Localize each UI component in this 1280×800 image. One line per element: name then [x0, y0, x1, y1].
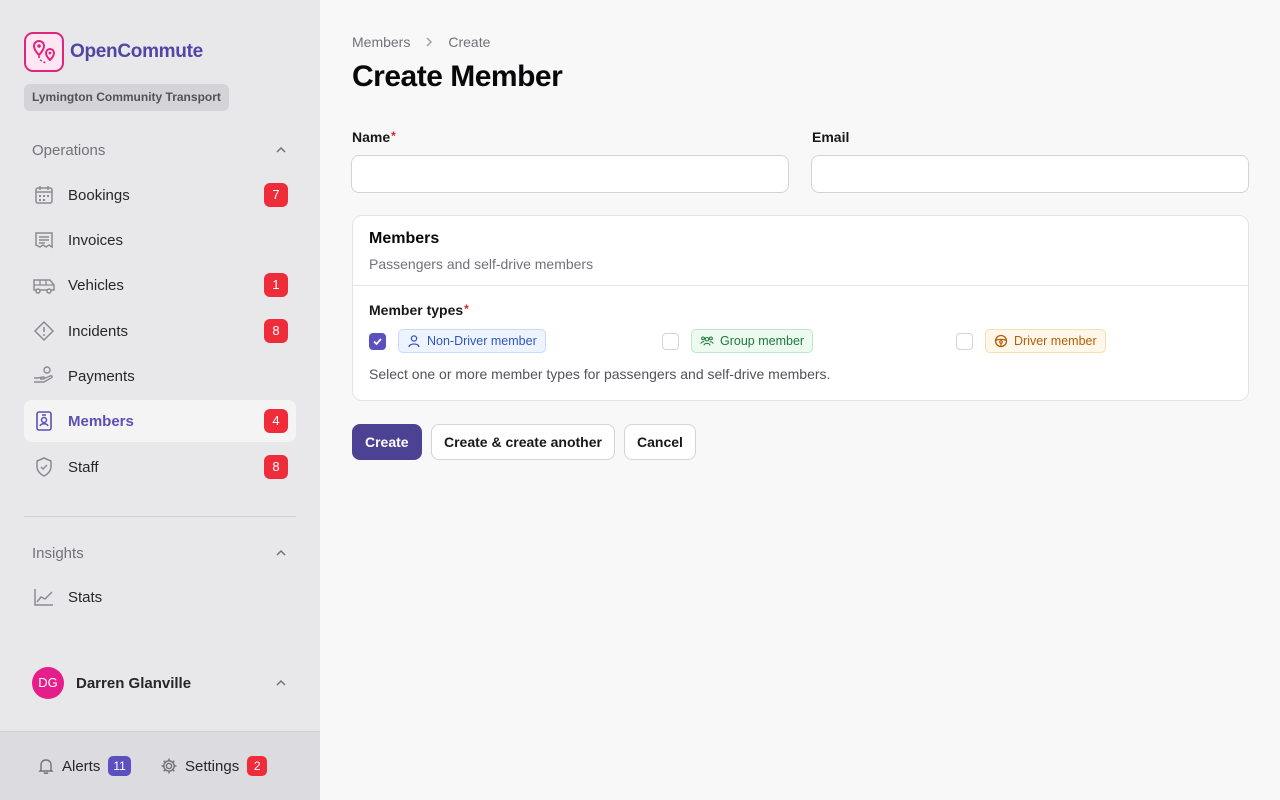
member-types-label: Member types* — [369, 302, 469, 318]
cancel-button[interactable]: Cancel — [624, 424, 696, 460]
alerts-label: Alerts — [62, 757, 101, 775]
sidebar-divider — [24, 516, 296, 517]
group-label: Operations — [32, 141, 106, 159]
section-header: Members Passengers and self-drive member… — [353, 216, 1248, 286]
sidebar-item-label: Payments — [68, 367, 135, 385]
non-driver-label: Non-Driver member — [427, 334, 537, 348]
driver-pill: Driver member — [985, 329, 1106, 353]
name-field[interactable] — [351, 155, 789, 193]
driver-checkbox[interactable] — [956, 332, 973, 350]
group-label: Group member — [720, 334, 805, 348]
sidebar-item-stats[interactable]: Stats — [24, 576, 296, 618]
section-title: Members — [369, 230, 440, 247]
sidebar-item-incidents[interactable]: Incidents 8 — [24, 310, 296, 352]
breadcrumb-members-link[interactable]: Members — [352, 34, 410, 50]
count-badge: 1 — [264, 273, 288, 297]
members-section: Members Passengers and self-drive member… — [352, 215, 1249, 401]
member-types-help: Select one or more member types for pass… — [369, 366, 831, 382]
sidebar-item-bookings[interactable]: Bookings 7 — [24, 174, 296, 216]
count-badge: 8 — [264, 455, 288, 479]
required-mark: * — [391, 129, 396, 143]
check-icon — [373, 337, 382, 345]
brand[interactable]: OpenCommute — [24, 32, 203, 72]
group-operations[interactable]: Operations — [24, 135, 296, 165]
sidebar-item-members[interactable]: Members 4 — [24, 400, 296, 442]
chevron-up-icon — [276, 146, 286, 153]
hand-coins-icon — [32, 364, 56, 388]
create-button[interactable]: Create — [352, 424, 422, 460]
chevron-right-icon — [426, 37, 433, 47]
member-types-label-text: Member types — [369, 302, 464, 318]
group-pill: Group member — [691, 329, 814, 353]
users-group-icon — [700, 334, 714, 348]
sidebar-item-label: Vehicles — [68, 276, 124, 294]
member-type-non-driver[interactable]: Non-Driver member — [369, 329, 546, 353]
receipt-icon — [32, 228, 56, 252]
alerts-button[interactable]: Alerts 11 — [36, 754, 131, 778]
sidebar-item-label: Incidents — [68, 322, 129, 340]
sidebar: OpenCommute Lymington Community Transpor… — [0, 0, 320, 800]
email-label: Email — [812, 129, 850, 145]
member-type-group[interactable]: Group member — [662, 329, 814, 353]
sidebar-item-label: Stats — [68, 588, 103, 606]
name-label-text: Name — [352, 129, 391, 145]
email-field[interactable] — [811, 155, 1249, 193]
bell-icon — [36, 756, 56, 776]
driver-label: Driver member — [1014, 334, 1097, 348]
breadcrumb: Members Create — [352, 33, 490, 51]
non-driver-checkbox[interactable] — [369, 332, 386, 350]
page-title: Create Member — [352, 60, 563, 93]
chevron-up-icon — [276, 679, 286, 686]
chart-line-icon — [32, 585, 56, 609]
member-type-driver[interactable]: Driver member — [956, 329, 1106, 353]
bus-icon — [32, 273, 56, 297]
section-description: Passengers and self-drive members — [369, 256, 594, 272]
count-badge: 7 — [264, 183, 288, 207]
logo-icon — [24, 32, 64, 72]
count-badge: 8 — [264, 319, 288, 343]
sidebar-item-staff[interactable]: Staff 8 — [24, 446, 296, 488]
sidebar-item-label: Members — [68, 412, 134, 430]
avatar: DG — [32, 667, 64, 699]
steering-wheel-icon — [994, 334, 1008, 348]
count-badge: 4 — [264, 409, 288, 433]
settings-count-badge: 2 — [247, 756, 268, 776]
user-menu[interactable]: DG Darren Glanville — [24, 662, 296, 704]
group-label: Insights — [32, 544, 84, 562]
sidebar-item-label: Bookings — [68, 186, 130, 204]
required-mark: * — [464, 302, 469, 316]
sidebar-footer: Alerts 11 Settings 2 — [0, 731, 320, 800]
user-icon — [407, 334, 421, 348]
group-insights[interactable]: Insights — [24, 538, 296, 568]
breadcrumb-current: Create — [448, 34, 491, 50]
non-driver-pill: Non-Driver member — [398, 329, 546, 353]
settings-label: Settings — [185, 757, 240, 775]
alerts-count-badge: 11 — [108, 756, 131, 776]
organization-chip[interactable]: Lymington Community Transport — [24, 84, 229, 111]
brand-name: OpenCommute — [70, 41, 203, 62]
warning-icon — [32, 319, 56, 343]
id-badge-icon — [32, 409, 56, 433]
shield-check-icon — [32, 455, 56, 479]
group-checkbox[interactable] — [662, 332, 679, 350]
calendar-icon — [32, 183, 56, 207]
sidebar-item-payments[interactable]: Payments — [24, 355, 296, 397]
name-label: Name* — [352, 129, 396, 145]
user-name: Darren Glanville — [76, 674, 192, 692]
gear-icon — [159, 756, 179, 776]
sidebar-item-vehicles[interactable]: Vehicles 1 — [24, 264, 296, 306]
chevron-up-icon — [276, 549, 286, 556]
sidebar-item-invoices[interactable]: Invoices — [24, 219, 296, 261]
sidebar-item-label: Invoices — [68, 231, 124, 249]
settings-button[interactable]: Settings 2 — [159, 754, 268, 778]
create-another-button[interactable]: Create & create another — [431, 424, 615, 460]
sidebar-item-label: Staff — [68, 458, 99, 476]
